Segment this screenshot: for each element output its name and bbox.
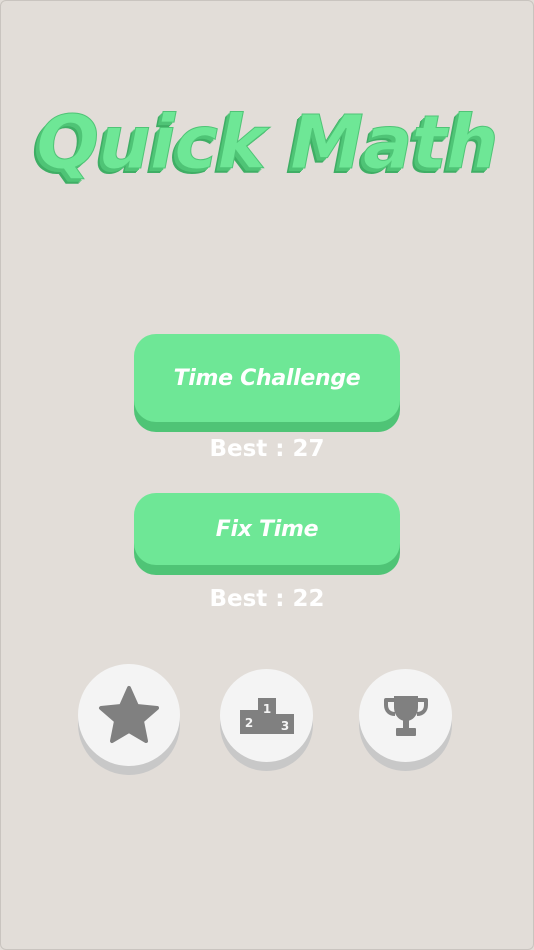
podium-digit-2: 2 [244,716,252,730]
time-challenge-best-score: Best : 27 [209,436,325,462]
leaderboard-button[interactable]: 1 2 3 [220,669,313,762]
star-icon [99,686,159,743]
podium-digit-3: 3 [280,719,288,733]
fix-time-best-score: Best : 22 [209,586,325,612]
podium-icon: 1 2 3 [239,697,294,734]
fix-time-button[interactable]: Fix Time [134,493,400,565]
rate-button[interactable] [78,664,180,766]
app-title: Quick Math [36,100,499,187]
time-challenge-label: Time Challenge [173,365,361,391]
achievements-button[interactable] [359,669,452,762]
trophy-icon [383,695,428,736]
fix-time-label: Fix Time [215,516,319,542]
time-challenge-button[interactable]: Time Challenge [134,334,400,422]
podium-digit-1: 1 [262,702,270,716]
